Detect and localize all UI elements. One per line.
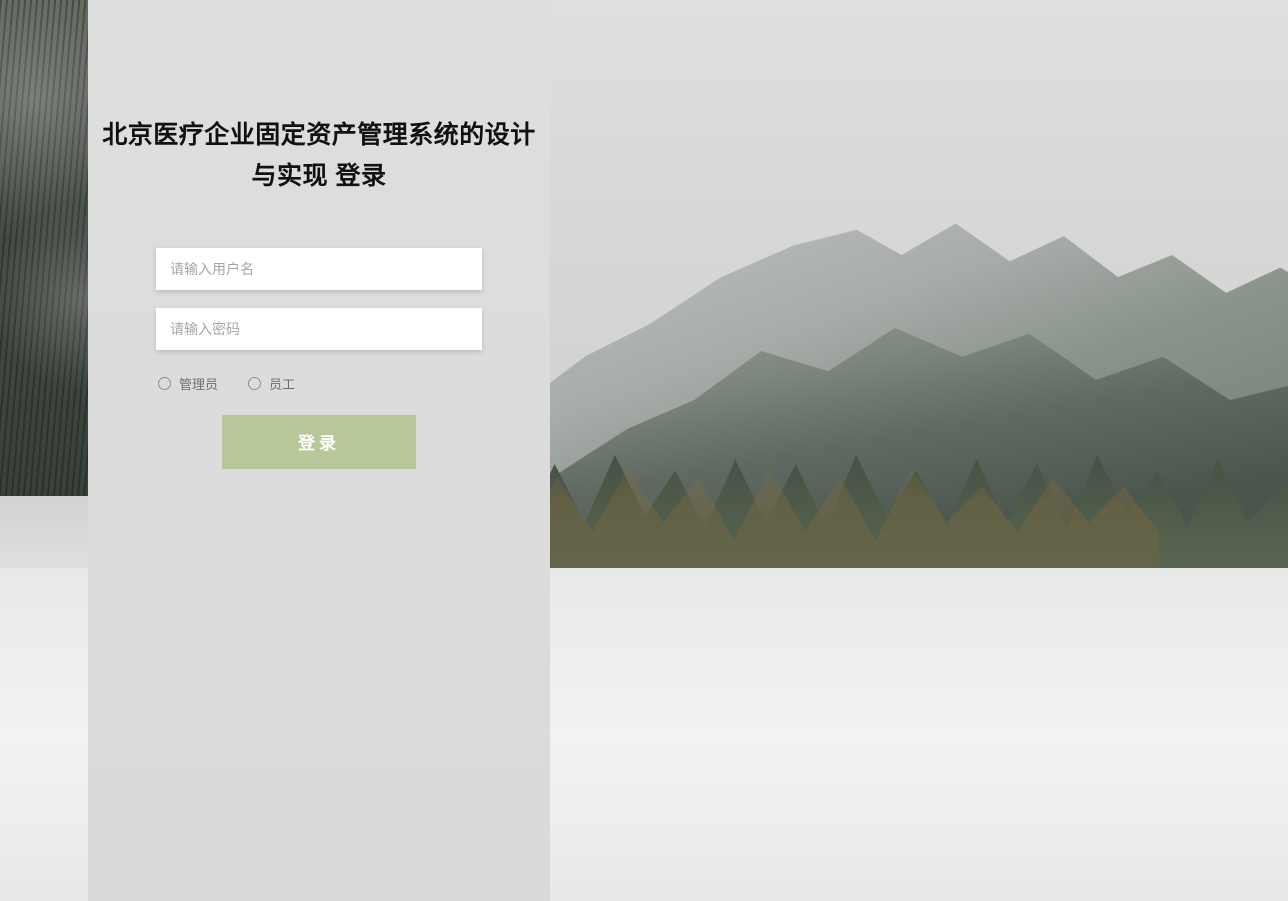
login-button[interactable]: 登录: [222, 415, 416, 469]
radio-icon: [248, 377, 261, 390]
radio-icon: [158, 377, 171, 390]
password-input[interactable]: [156, 308, 482, 350]
login-panel: 北京医疗企业固定资产管理系统的设计与实现 登录 管理员 员工 登录: [88, 0, 550, 901]
role-radio-group: 管理员 员工: [156, 368, 482, 415]
role-label-admin: 管理员: [179, 374, 218, 393]
login-form: 管理员 员工 登录: [156, 248, 482, 469]
role-radio-staff[interactable]: 员工: [248, 374, 295, 393]
role-label-staff: 员工: [269, 374, 295, 393]
username-input[interactable]: [156, 248, 482, 290]
role-radio-admin[interactable]: 管理员: [158, 374, 218, 393]
page-title: 北京医疗企业固定资产管理系统的设计与实现 登录: [88, 115, 550, 198]
